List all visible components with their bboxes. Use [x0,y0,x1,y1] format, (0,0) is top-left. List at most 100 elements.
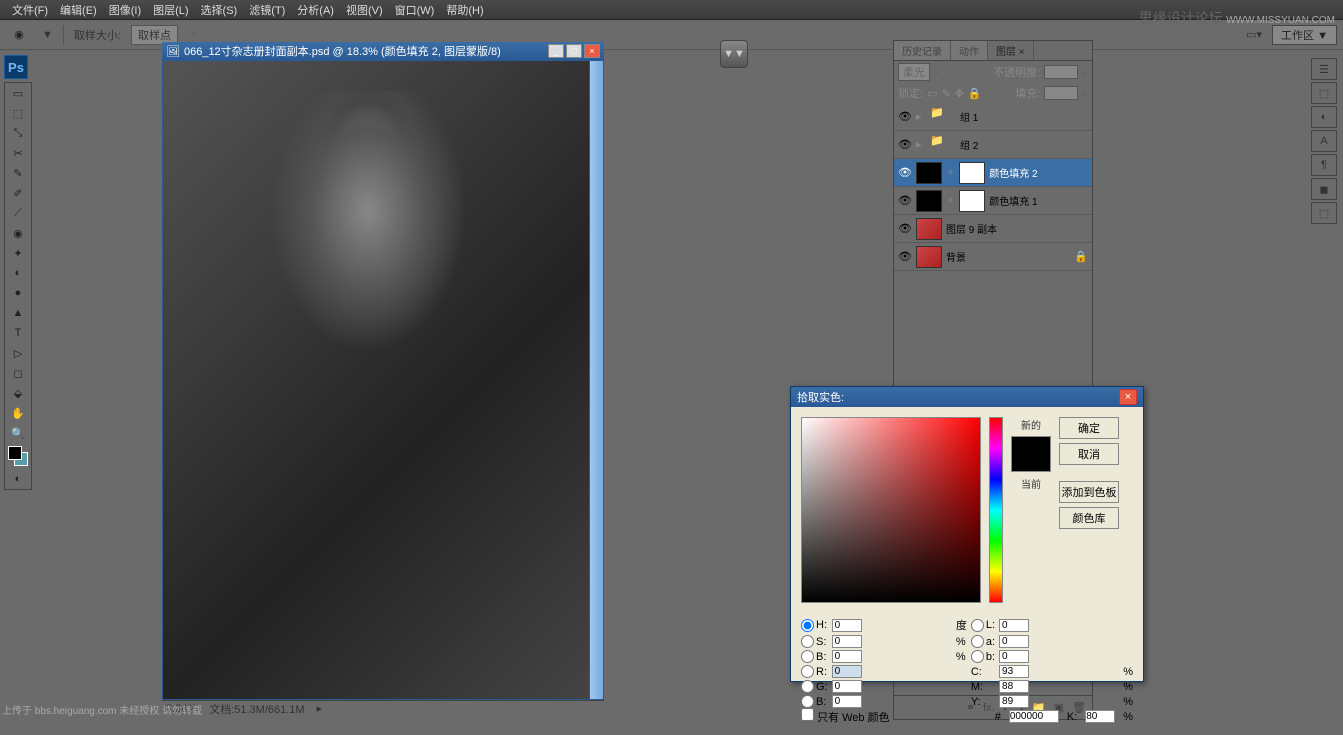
tool-15[interactable]: ⬙ [5,383,31,403]
h-radio[interactable] [801,619,814,632]
dock-icon-6[interactable]: ⬚ [1311,202,1337,224]
visibility-icon[interactable]: 👁 [898,194,912,208]
blend-mode[interactable]: 柔光 [898,63,930,81]
tool-13[interactable]: ▷ [5,343,31,363]
add-swatch-button[interactable]: 添加到色板 [1059,481,1119,503]
quickmask-toggle[interactable]: ◐ [5,469,31,489]
s-input[interactable] [832,635,862,648]
maximize-button[interactable]: □ [566,44,582,58]
tool-12[interactable]: T [5,323,31,343]
panel-tab[interactable]: 历史记录 [894,41,951,60]
close-button[interactable]: × [584,44,600,58]
picker-titlebar[interactable]: 拾取实色: × [791,387,1143,407]
menu-item[interactable]: 编辑(E) [54,2,103,18]
menu-item[interactable]: 滤镜(T) [243,2,291,18]
vertical-scrollbar[interactable] [589,61,603,699]
b3-radio[interactable] [801,695,814,708]
lock-all-icon[interactable]: 🔒 [968,87,982,100]
hue-slider[interactable] [989,417,1003,603]
a-input[interactable] [999,635,1029,648]
b2-input[interactable] [999,650,1029,663]
lock-transparent-icon[interactable]: ▭ [927,87,937,100]
ok-button[interactable]: 确定 [1059,417,1119,439]
visibility-icon[interactable]: 👁 [898,138,912,152]
color-lib-button[interactable]: 颜色库 [1059,507,1119,529]
tool-16[interactable]: ✋ [5,403,31,423]
tool-17[interactable]: 🔍 [5,423,31,443]
document-canvas[interactable] [162,60,604,700]
r-input[interactable] [832,665,862,678]
visibility-icon[interactable]: 👁 [898,250,912,264]
a-radio[interactable] [971,635,984,648]
g-radio[interactable] [801,680,814,693]
y-input[interactable] [999,695,1029,708]
tool-8[interactable]: ✦ [5,243,31,263]
color-field[interactable] [801,417,981,603]
visibility-icon[interactable]: 👁 [898,222,912,236]
menu-item[interactable]: 选择(S) [195,2,244,18]
fill-value[interactable]: 100% [1044,86,1078,100]
minimize-button[interactable]: _ [548,44,564,58]
tool-7[interactable]: ◉ [5,223,31,243]
doc-icon: 🖼 [166,45,180,58]
layer-row[interactable]: 👁▸📁组 2 [894,131,1092,159]
dock-icon-5[interactable]: ◼ [1311,178,1337,200]
visibility-icon[interactable]: 👁 [898,110,912,124]
layer-row[interactable]: 👁▸📁组 1 [894,103,1092,131]
panel-tab[interactable]: 图层 × [988,41,1034,60]
tool-4[interactable]: ✎ [5,163,31,183]
tool-6[interactable]: ⟋ [5,203,31,223]
cancel-button[interactable]: 取消 [1059,443,1119,465]
dock-icon-4[interactable]: ¶ [1311,154,1337,176]
tool-10[interactable]: ● [5,283,31,303]
layer-row[interactable]: 👁⚬颜色填充 1 [894,187,1092,215]
menu-item[interactable]: 图像(I) [103,2,147,18]
opacity-value[interactable]: 100% [1044,65,1078,79]
visibility-icon[interactable]: 👁 [898,166,912,180]
layer-row[interactable]: 👁⚬颜色填充 2 [894,159,1092,187]
dock-icon-1[interactable]: ⬚ [1311,82,1337,104]
s-radio[interactable] [801,635,814,648]
b-radio[interactable] [801,650,814,663]
layer-row[interactable]: 👁图层 9 副本 [894,215,1092,243]
h-input[interactable] [832,619,862,632]
expand-down-button[interactable]: ▼▼ [720,40,748,68]
b-input[interactable] [832,650,862,663]
tool-14[interactable]: ◻ [5,363,31,383]
tool-2[interactable]: ⤡ [5,123,31,143]
b2-radio[interactable] [971,650,984,663]
lock-position-icon[interactable]: ✥ [955,87,964,100]
tool-0[interactable]: ▭ [5,83,31,103]
dock-icon-3[interactable]: A [1311,130,1337,152]
status-arrow-icon[interactable]: ▸ [317,702,323,715]
menu-item[interactable]: 文件(F) [6,2,54,18]
screen-mode-icon[interactable]: ▭▾ [1246,28,1262,41]
menu-item[interactable]: 窗口(W) [389,2,441,18]
menu-item[interactable]: 分析(A) [291,2,340,18]
menu-item[interactable]: 视图(V) [340,2,389,18]
dock-icon-2[interactable]: ◐ [1311,106,1337,128]
document-titlebar[interactable]: 🖼 066_12寸杂志册封面副本.psd @ 18.3% (颜色填充 2, 图层… [162,42,604,60]
tool-11[interactable]: ▲ [5,303,31,323]
tool-9[interactable]: ◐ [5,263,31,283]
panel-tab[interactable]: 动作 [951,41,988,60]
tool-1[interactable]: ⬚ [5,103,31,123]
right-dock: ☰⬚◐A¶◼⬚ [1311,58,1339,224]
picker-close-button[interactable]: × [1119,389,1137,405]
l-radio[interactable] [971,619,984,632]
color-swatch[interactable] [8,446,28,466]
g-input[interactable] [832,680,862,693]
r-radio[interactable] [801,665,814,678]
b3-input[interactable] [832,695,862,708]
doc-size: 文档:51.3M/661.1M [209,701,304,717]
layer-row[interactable]: 👁背景🔒 [894,243,1092,271]
lock-pixels-icon[interactable]: ✎ [941,87,950,100]
m-input[interactable] [999,680,1029,693]
menu-item[interactable]: 图层(L) [147,2,194,18]
tool-3[interactable]: ✂ [5,143,31,163]
menu-item[interactable]: 帮助(H) [440,2,489,18]
dock-icon-0[interactable]: ☰ [1311,58,1337,80]
l-input[interactable] [999,619,1029,632]
tool-5[interactable]: ✐ [5,183,31,203]
c-input[interactable] [999,665,1029,678]
